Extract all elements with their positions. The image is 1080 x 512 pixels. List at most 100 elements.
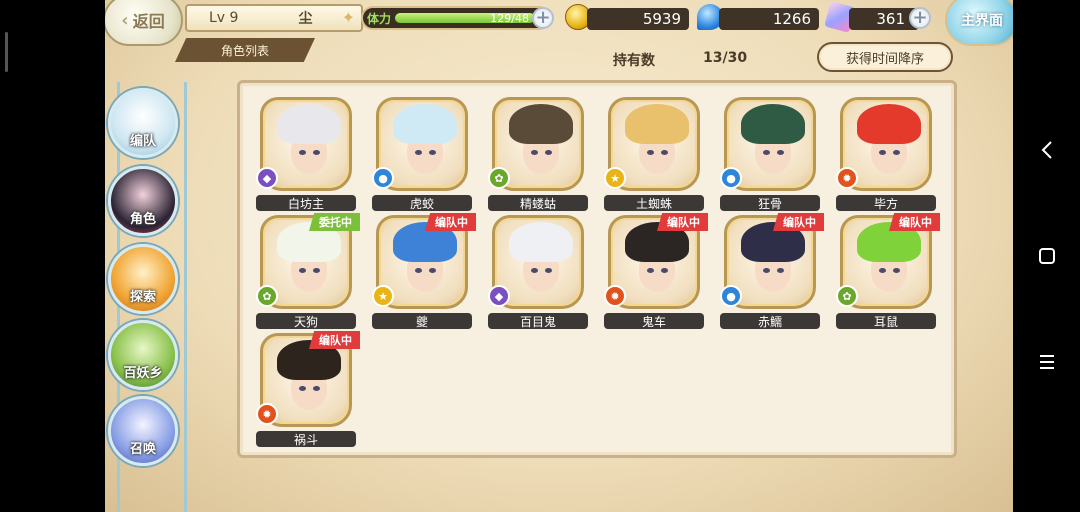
add-gem-button[interactable]: + bbox=[909, 7, 931, 29]
character-eye bbox=[647, 268, 654, 273]
sparkle-icon: ✦ bbox=[341, 8, 355, 27]
character-eye bbox=[893, 150, 900, 155]
stamina-value: 129/48 bbox=[490, 12, 529, 25]
top-bar: ‹ 返回 Lv 9 尘 ✦ 体力 129/48 + 5939 1266 361 … bbox=[105, 0, 1013, 46]
chevron-left-icon bbox=[1041, 141, 1052, 159]
system-nav-bar bbox=[1013, 0, 1080, 512]
character-card[interactable]: ● 赤鱬 编队中 bbox=[720, 213, 824, 331]
character-name: 鬼车 bbox=[604, 313, 704, 329]
blue-element-icon: ● bbox=[720, 167, 742, 189]
blue-element-icon: ● bbox=[372, 167, 394, 189]
stamina-label: 体力 bbox=[367, 12, 392, 26]
character-name: 天狗 bbox=[256, 313, 356, 329]
character-eye bbox=[545, 268, 552, 273]
character-name: 白坊主 bbox=[256, 195, 356, 211]
character-card[interactable]: ★ 土蜘蛛 bbox=[604, 97, 704, 213]
square-icon bbox=[1039, 248, 1055, 264]
status-badge: 编队中 bbox=[425, 213, 476, 231]
character-card[interactable]: ✹ 鬼车 编队中 bbox=[604, 213, 708, 331]
character-name: 土蜘蛛 bbox=[604, 195, 704, 211]
character-eye bbox=[299, 150, 306, 155]
back-button[interactable]: ‹ 返回 bbox=[105, 0, 183, 46]
sort-label: 获得时间降序 bbox=[845, 51, 924, 67]
nav-menu-button[interactable] bbox=[1035, 350, 1059, 374]
chevron-left-icon: ‹ bbox=[121, 9, 129, 31]
character-name: 赤鱬 bbox=[720, 313, 820, 329]
player-info: Lv 9 尘 ✦ bbox=[185, 4, 363, 32]
nav-back-button[interactable] bbox=[1035, 138, 1059, 162]
orange-element-icon: ✹ bbox=[256, 403, 278, 425]
character-eye bbox=[415, 268, 422, 273]
add-stamina-button[interactable]: + bbox=[532, 7, 554, 29]
character-eye bbox=[313, 386, 320, 391]
home-button[interactable]: 主界面 bbox=[945, 0, 1013, 46]
character-card[interactable]: ✿ 耳鼠 编队中 bbox=[836, 213, 940, 331]
player-name: 尘 bbox=[298, 11, 313, 27]
nav-home-button[interactable] bbox=[1035, 244, 1059, 268]
character-eye bbox=[531, 150, 538, 155]
player-level: Lv 9 bbox=[209, 10, 239, 26]
character-grid-panel: ◆ 白坊主 ● 虎蛟 ✿ 精蝼蛄 ★ 土蜘蛛 ● 狂骨 ✹ 毕方 ✿ 天狗 委托中 ★ 夔编队中 ◆ 百目鬼 ✹ 鬼车编… bbox=[237, 80, 957, 458]
owned-count-label: 持有数 bbox=[613, 53, 655, 69]
character-card[interactable]: ◆ 白坊主 bbox=[256, 97, 356, 213]
stamina-bar: 体力 129/48 bbox=[361, 6, 551, 30]
character-eye bbox=[313, 268, 320, 273]
status-badge: 委托中 bbox=[309, 213, 360, 231]
character-eye bbox=[661, 268, 668, 273]
menu-icon bbox=[1040, 355, 1054, 369]
soul-counter: 1266 bbox=[719, 8, 819, 30]
owned-count-value: 13/30 bbox=[703, 50, 748, 66]
character-name: 虎蛟 bbox=[372, 195, 472, 211]
character-card[interactable]: ✿ 天狗 委托中 bbox=[256, 213, 360, 331]
purple-element-icon: ◆ bbox=[256, 167, 278, 189]
character-name: 耳鼠 bbox=[836, 313, 936, 329]
sidebar-item-label: 探索 bbox=[129, 290, 156, 305]
character-name: 毕方 bbox=[836, 195, 936, 211]
character-card[interactable]: ✹ 毕方 bbox=[836, 97, 936, 213]
sort-button[interactable]: 获得时间降序 bbox=[817, 42, 953, 72]
character-card[interactable]: ◆ 百目鬼 bbox=[488, 215, 588, 331]
character-eye bbox=[763, 268, 770, 273]
character-card[interactable]: ★ 夔 编队中 bbox=[372, 213, 476, 331]
sidebar-item-label: 百妖乡 bbox=[123, 366, 163, 381]
sidebar-item-explore[interactable]: 探索 bbox=[108, 244, 178, 314]
yellow-element-icon: ★ bbox=[372, 285, 394, 307]
system-left-bar bbox=[0, 0, 105, 512]
sidebar-item-label: 角色 bbox=[129, 212, 156, 227]
home-label: 主界面 bbox=[961, 13, 1003, 29]
character-card[interactable]: ● 虎蛟 bbox=[372, 97, 472, 213]
character-name: 夔 bbox=[372, 313, 472, 329]
sidebar-item-village[interactable]: 百妖乡 bbox=[108, 320, 178, 390]
sidebar-item-label: 召唤 bbox=[129, 442, 156, 457]
character-eye bbox=[531, 268, 538, 273]
character-eye bbox=[879, 150, 886, 155]
green-element-icon: ✿ bbox=[256, 285, 278, 307]
character-eye bbox=[299, 268, 306, 273]
sidebar-item-label: 编队 bbox=[129, 134, 156, 149]
sidebar-item-summon[interactable]: 召唤 bbox=[108, 396, 178, 466]
sidebar-item-characters[interactable]: 角色 bbox=[108, 166, 178, 236]
character-hair bbox=[741, 104, 805, 144]
soul-value: 1266 bbox=[772, 10, 811, 28]
character-eye bbox=[763, 150, 770, 155]
character-name: 百目鬼 bbox=[488, 313, 588, 329]
character-card[interactable]: ✿ 精蝼蛄 bbox=[488, 97, 588, 213]
character-card[interactable]: ✹ 祸斗 编队中 bbox=[256, 331, 360, 449]
character-eye bbox=[545, 150, 552, 155]
character-eye bbox=[661, 150, 668, 155]
status-badge: 编队中 bbox=[889, 213, 940, 231]
green-element-icon: ✿ bbox=[488, 167, 510, 189]
character-card[interactable]: ● 狂骨 bbox=[720, 97, 820, 213]
status-badge: 编队中 bbox=[773, 213, 824, 231]
sidebar-item-team[interactable]: 编队 bbox=[108, 88, 178, 158]
sidebar: 编队 角色 探索 百妖乡 召唤 bbox=[105, 62, 195, 512]
character-eye bbox=[429, 150, 436, 155]
blue-element-icon: ● bbox=[720, 285, 742, 307]
yellow-element-icon: ★ bbox=[604, 167, 626, 189]
character-eye bbox=[893, 268, 900, 273]
coin-value: 5939 bbox=[642, 10, 681, 28]
character-eye bbox=[777, 150, 784, 155]
back-label: 返回 bbox=[132, 12, 165, 31]
character-hair bbox=[509, 104, 573, 144]
status-indicator bbox=[5, 32, 8, 72]
